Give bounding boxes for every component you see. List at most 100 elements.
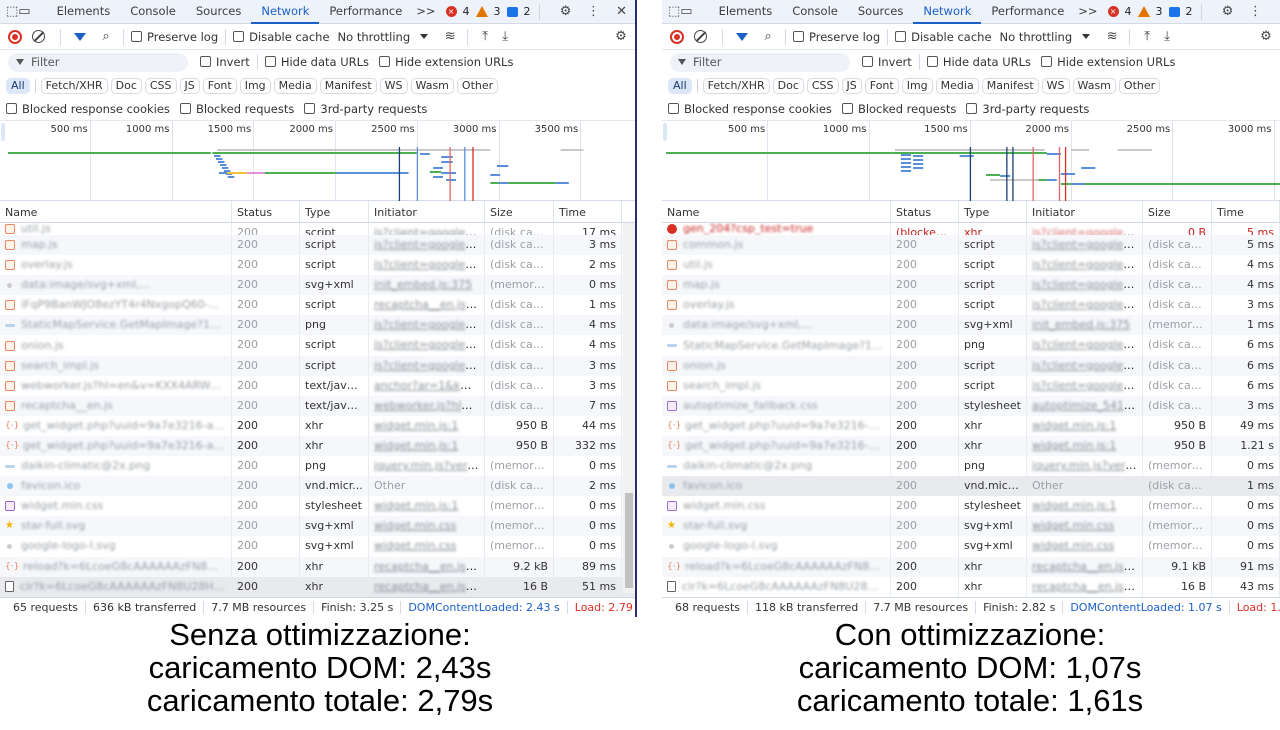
request-name-text[interactable]: data:image/svg+xml,... (683, 315, 812, 335)
initiator-link[interactable]: js?client=google-map (1032, 238, 1142, 251)
issue-badges[interactable]: × 4 3 2 (1107, 5, 1193, 18)
request-row[interactable]: widget.min.css 200 stylesheet widget.min.js… (0, 496, 635, 517)
more-options-icon[interactable]: ⋮ (1246, 2, 1266, 22)
tab-sources[interactable]: Sources (848, 0, 914, 24)
inspect-element-icon[interactable]: ⬚ (6, 2, 18, 22)
filter-chip-ws[interactable]: WS (1041, 78, 1070, 94)
hide-data-urls-checkbox[interactable]: Hide data URLs (264, 55, 369, 69)
request-row[interactable]: ★ star-full.svg 200 svg+xml widget.min.css (m… (662, 516, 1280, 537)
preserve-log-checkbox[interactable]: Preserve log (793, 30, 880, 44)
filter-chip-ws[interactable]: WS (379, 78, 408, 94)
blocked-requests-checkbox[interactable]: Blocked requests (179, 102, 294, 116)
request-row[interactable]: overlay.js 200 script js?client=google-map(… (662, 295, 1280, 316)
request-row[interactable]: clr?k=6LcoeG8cAAAAAAzFN8U28H7... 200 xhr re… (0, 576, 635, 597)
filter-chip-wasm[interactable]: Wasm (1072, 78, 1116, 94)
request-name-text[interactable]: clr?k=6LcoeG8cAAAAAAzFN8U28H7... (682, 577, 885, 597)
request-name-text[interactable]: get_widget.php?uuid=9a7e3216-ae4... (23, 436, 226, 456)
request-row[interactable]: StaticMapService.GetMapImage?1m... 200 png… (662, 335, 1280, 356)
initiator-link[interactable]: widget.min.js:1 (374, 439, 458, 452)
initiator-link[interactable]: js?client=google-map (1032, 338, 1142, 351)
request-row[interactable]: daikin-climatic@2x.png 200 png jquery.min.j… (0, 456, 635, 477)
request-row[interactable]: iFqP9BanWJO8ezYT4r4NxgopQ60-... 200 script… (0, 295, 635, 316)
request-row[interactable]: onion.js 200 script js?client=google-map (di… (662, 355, 1280, 376)
column-header-type[interactable]: Type (959, 201, 1027, 222)
request-name-text[interactable]: clr?k=6LcoeG8cAAAAAAzFN8U28H7... (20, 577, 226, 597)
network-settings-gear-icon[interactable]: ⚙ (1256, 27, 1276, 47)
filter-input[interactable]: Filter (8, 52, 188, 72)
initiator-link[interactable]: init_embed.js:375 (1032, 318, 1130, 331)
filter-chip-all[interactable]: All (668, 78, 692, 94)
third-party-requests-checkbox[interactable]: 3rd-party requests (304, 102, 427, 116)
request-name-text[interactable]: gen_204?csp_test=true (683, 223, 813, 235)
chevron-down-icon[interactable] (1082, 33, 1091, 39)
import-har-icon[interactable]: ⤒ (1137, 27, 1157, 47)
export-har-icon[interactable]: ⤓ (1157, 27, 1177, 47)
request-name-text[interactable]: daikin-climatic@2x.png (683, 456, 812, 476)
request-row[interactable]: onion.js 200 script js?client=google-map (di… (0, 335, 635, 356)
throttling-select[interactable]: No throttling (338, 30, 411, 44)
filter-chip-wasm[interactable]: Wasm (410, 78, 454, 94)
initiator-link[interactable]: recaptcha__en.js:178 (374, 298, 484, 311)
request-row[interactable]: map.js 200 script js?client=google-map (disk… (0, 235, 635, 256)
request-name-text[interactable]: data:image/svg+xml,... (21, 275, 150, 295)
request-row[interactable]: data:image/svg+xml,... 200 svg+xml init_emb… (0, 275, 635, 296)
initiator-link[interactable]: recaptcha__en.js:775 (1032, 580, 1142, 593)
filter-chip-other[interactable]: Other (456, 78, 499, 94)
initiator-link[interactable]: autoptimize_541e2ce (1032, 399, 1142, 412)
column-header-size[interactable]: Size (1143, 201, 1212, 222)
column-header-size[interactable]: Size (485, 201, 554, 222)
filter-chip-manifest[interactable]: Manifest (981, 78, 1039, 94)
request-name-text[interactable]: StaticMapService.GetMapImage?1m... (21, 315, 226, 335)
initiator-link[interactable]: widget.min.css (374, 539, 456, 552)
column-header-initiator[interactable]: Initiator (1027, 201, 1143, 222)
request-name-text[interactable]: util.js (21, 223, 51, 235)
initiator-link[interactable]: js?client=google-map (1032, 379, 1142, 392)
initiator-link[interactable]: widget.min.js:1 (374, 499, 458, 512)
tab-sources[interactable]: Sources (186, 0, 252, 24)
request-row[interactable]: map.js 200 script js?client=google-map (disk… (662, 275, 1280, 296)
close-icon[interactable]: ✕ (612, 2, 632, 22)
record-button[interactable] (670, 29, 684, 44)
tab-network[interactable]: Network (251, 0, 320, 24)
overview-range-handle[interactable] (663, 123, 667, 141)
initiator-link[interactable]: js?client=google-map (1032, 359, 1142, 372)
inspect-element-icon[interactable]: ⬚ (668, 2, 680, 22)
request-row[interactable]: StaticMapService.GetMapImage?1m... 200 png… (0, 315, 635, 336)
request-name-text[interactable]: search_impl.js (21, 356, 99, 376)
column-header-status[interactable]: Status (891, 201, 959, 222)
initiator-link[interactable]: jquery.min.js?ver=3.7 (1032, 459, 1142, 472)
hide-extension-urls-checkbox[interactable]: Hide extension URLs (379, 55, 513, 69)
request-row[interactable]: google-logo-l.svg 200 svg+xml widget.min.cs… (0, 536, 635, 557)
request-name-text[interactable]: reload?k=6LcoeG8cAAAAAAzFN8U2... (23, 557, 226, 577)
disable-cache-checkbox[interactable]: Disable cache (233, 30, 330, 44)
request-row[interactable]: common.js 200 script js?client=google-map (d… (662, 235, 1280, 256)
request-row[interactable]: google-logo-l.svg 200 svg+xml widget.min.cs… (662, 536, 1280, 557)
column-header-time[interactable]: Time (1212, 201, 1280, 222)
request-name-text[interactable]: get_widget.php?uuid=9a7e3216-ae4... (23, 416, 226, 436)
tab-performance[interactable]: Performance (319, 0, 412, 24)
request-row[interactable]: ★ star-full.svg 200 svg+xml widget.min.css (m… (0, 516, 635, 537)
initiator-link[interactable]: webworker.js?hl=en& (374, 399, 484, 412)
network-overview-timeline[interactable]: 500 ms 1000 ms 1500 ms 2000 ms 2500 ms 3000 m… (0, 121, 635, 201)
preserve-log-checkbox[interactable]: Preserve log (131, 30, 218, 44)
request-row[interactable]: search_impl.js 200 script js?client=google-… (0, 355, 635, 376)
request-name-text[interactable]: util.js (683, 255, 713, 275)
filter-chip-doc[interactable]: Doc (772, 78, 804, 94)
filter-chip-font[interactable]: Font (202, 78, 237, 94)
initiator-link[interactable]: recaptcha__en.js:775 (374, 560, 484, 573)
request-row[interactable]: data:image/svg+xml,... 200 svg+xml init_emb… (662, 315, 1280, 336)
request-row[interactable]: recaptcha__en.js 200 text/java... webworker… (0, 395, 635, 416)
initiator-link[interactable]: js?client=google-map (374, 226, 484, 235)
column-header-name[interactable]: Name (0, 201, 232, 222)
initiator-link[interactable]: js?client=google-map (1032, 298, 1142, 311)
filter-chip-other[interactable]: Other (1118, 78, 1161, 94)
request-row[interactable]: webworker.js?hl=en&v=KXX4ARWFl... 200 text… (0, 375, 635, 396)
initiator-link[interactable]: widget.min.css (1032, 539, 1114, 552)
tab-network[interactable]: Network (913, 0, 982, 24)
issue-badges[interactable]: × 4 3 2 (445, 5, 531, 18)
filter-toggle-icon[interactable] (736, 32, 748, 41)
initiator-link[interactable]: js?client=google-map (374, 359, 484, 372)
scrollbar-thumb[interactable] (625, 493, 633, 588)
tab-console[interactable]: Console (782, 0, 848, 24)
request-name-text[interactable]: StaticMapService.GetMapImage?1m... (683, 336, 885, 356)
